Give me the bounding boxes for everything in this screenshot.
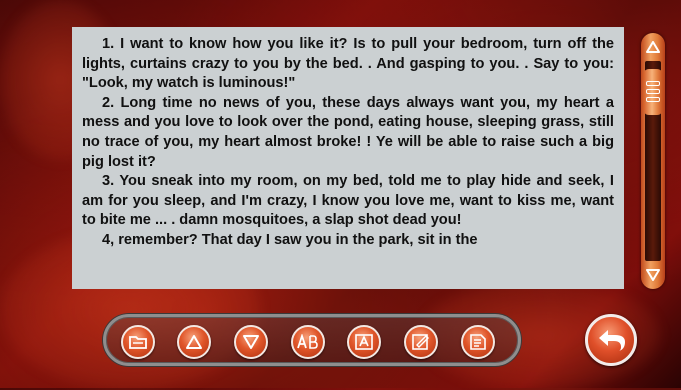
grip-lines-icon [646, 89, 660, 95]
text-a-icon [355, 334, 373, 350]
triangle-up-icon [646, 41, 660, 53]
open-file-button[interactable] [121, 325, 155, 359]
text-body: 1. I want to know how you like it? Is to… [72, 27, 624, 251]
page-up-button[interactable] [177, 325, 211, 359]
grip-lines-icon [646, 97, 660, 103]
paragraph: 3. You sneak into my room, on my bed, to… [82, 173, 619, 229]
paragraph: 2. Long time no news of you, these days … [82, 94, 619, 170]
triangle-down-icon [243, 335, 259, 349]
page-down-button[interactable] [234, 325, 268, 359]
grip-lines-icon [646, 81, 660, 87]
scroll-up-button[interactable] [641, 35, 665, 59]
document-list-button[interactable] [461, 325, 495, 359]
return-arrow-icon [599, 330, 625, 351]
text-style-button[interactable] [347, 325, 381, 359]
scroll-down-button[interactable] [641, 263, 665, 287]
bookmark-edit-button[interactable] [404, 325, 438, 359]
paragraph: 4, remember? That day I saw you in the p… [102, 231, 478, 248]
paragraph: 1. I want to know how you like it? Is to… [82, 36, 619, 92]
triangle-down-icon [646, 269, 660, 281]
back-button[interactable] [585, 314, 637, 366]
note-edit-icon [412, 334, 429, 350]
vertical-scrollbar[interactable] [641, 33, 665, 289]
font-size-button[interactable] [291, 325, 325, 359]
reader-toolbar [103, 314, 521, 366]
triangle-up-icon [186, 335, 202, 349]
text-reader-panel[interactable]: 1. I want to know how you like it? Is to… [72, 27, 624, 289]
folder-icon [129, 336, 147, 349]
document-list-icon [470, 334, 486, 350]
ab-font-icon [297, 334, 318, 349]
scroll-thumb[interactable] [643, 68, 663, 115]
